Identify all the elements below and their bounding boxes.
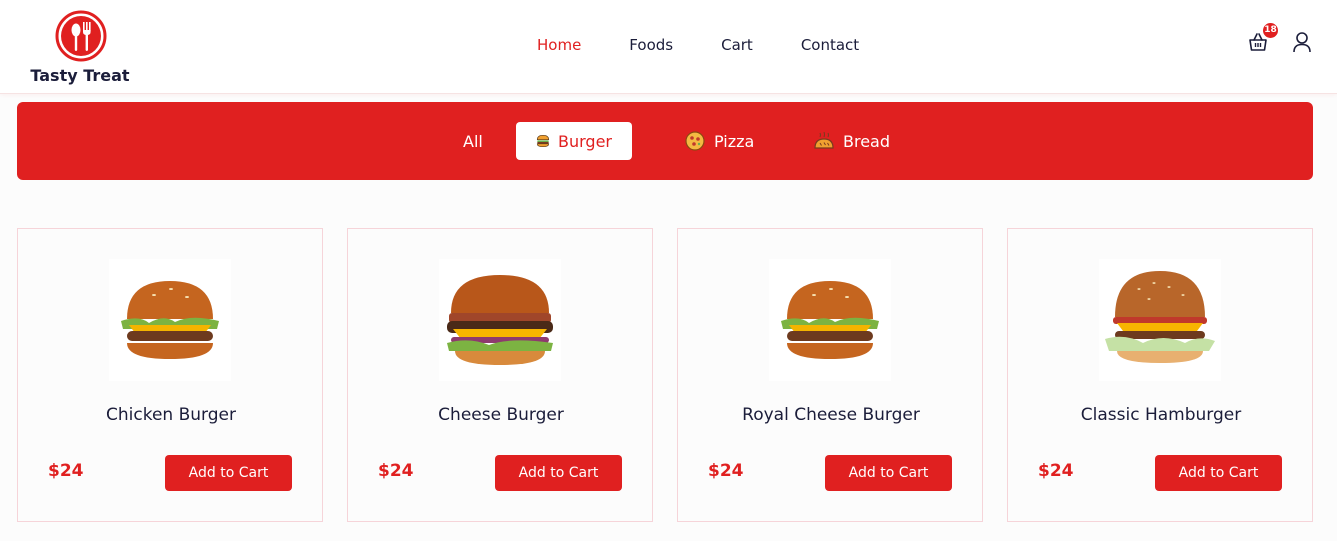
product-price: $24 xyxy=(708,461,744,481)
add-to-cart-button[interactable]: Add to Cart xyxy=(165,455,292,491)
category-pizza-button[interactable]: Pizza xyxy=(664,122,774,160)
product-price: $24 xyxy=(1038,461,1074,481)
bread-icon xyxy=(814,131,834,149)
category-label: Pizza xyxy=(714,131,755,151)
pizza-icon xyxy=(685,131,705,151)
chicken-burger-image xyxy=(109,259,231,381)
classic-hamburger-image xyxy=(1099,259,1221,381)
add-to-cart-button[interactable]: Add to Cart xyxy=(1155,455,1282,491)
product-name: Cheese Burger xyxy=(438,405,564,425)
product-card: Classic Hamburger $24 Add to Cart xyxy=(1007,228,1313,522)
product-grid: Chicken Burger $24 Add to Cart Cheese Bu… xyxy=(17,228,1313,522)
restaurant-logo-icon xyxy=(55,10,107,62)
product-card: Royal Cheese Burger $24 Add to Cart xyxy=(677,228,983,522)
category-filter-bar: All Burger Pizza Bread xyxy=(17,102,1313,180)
cheese-burger-image xyxy=(439,259,561,381)
product-name: Royal Cheese Burger xyxy=(742,405,920,425)
add-to-cart-button[interactable]: Add to Cart xyxy=(825,455,952,491)
royal-cheese-burger-image xyxy=(769,259,891,381)
nav-contact[interactable]: Contact xyxy=(801,34,859,56)
product-price: $24 xyxy=(378,461,414,481)
category-all-button[interactable]: All xyxy=(443,122,503,160)
user-icon[interactable] xyxy=(1292,31,1312,53)
product-name: Classic Hamburger xyxy=(1080,405,1242,425)
cart-count-badge: 18 xyxy=(1263,23,1278,38)
product-card: Cheese Burger $24 Add to Cart xyxy=(347,228,653,522)
category-label: Bread xyxy=(843,131,891,151)
category-burger-button[interactable]: Burger xyxy=(516,122,632,160)
main-nav: Home Foods Cart Contact xyxy=(537,34,907,56)
category-bread-button[interactable]: Bread xyxy=(793,122,910,160)
nav-cart[interactable]: Cart xyxy=(721,34,753,56)
category-label: Burger xyxy=(558,131,612,151)
product-name: Chicken Burger xyxy=(106,405,236,425)
burger-icon xyxy=(536,134,550,148)
product-price: $24 xyxy=(48,461,84,481)
product-card: Chicken Burger $24 Add to Cart xyxy=(17,228,323,522)
site-header: Tasty Treat Home Foods Cart Contact 18 xyxy=(0,0,1337,94)
brand-name: Tasty Treat xyxy=(30,66,130,85)
nav-home[interactable]: Home xyxy=(537,34,581,56)
logo[interactable]: Tasty Treat xyxy=(30,10,130,88)
category-label: All xyxy=(463,131,483,151)
nav-foods[interactable]: Foods xyxy=(629,34,673,56)
add-to-cart-button[interactable]: Add to Cart xyxy=(495,455,622,491)
